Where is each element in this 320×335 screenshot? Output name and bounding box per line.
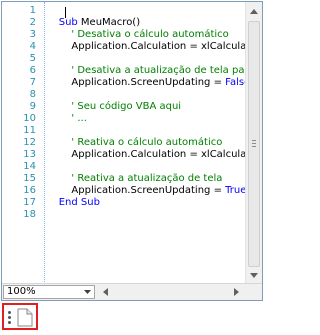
line-number: 5 [29, 53, 36, 64]
line-number: 17 [23, 197, 36, 208]
line-number: 11 [23, 125, 36, 136]
code-line: ' Desativa a atualização de tela para [46, 65, 246, 76]
line-number: 3 [29, 29, 36, 40]
line-number: 18 [23, 209, 36, 220]
arrow-up-icon [250, 8, 258, 14]
code-line: ' Reativa o cálculo automático [46, 137, 223, 148]
horizontal-scrollbar[interactable] [98, 285, 244, 299]
scroll-down-button[interactable] [246, 267, 262, 283]
status-item[interactable] [2, 303, 40, 332]
zoom-dropdown[interactable]: 100% [3, 285, 95, 299]
arrow-down-icon [250, 272, 258, 278]
line-number: 2 [29, 17, 36, 28]
more-vertical-icon[interactable] [8, 311, 12, 325]
zoom-value: 100% [7, 286, 36, 297]
line-number: 9 [29, 101, 36, 112]
vertical-scrollbar[interactable] [245, 2, 262, 283]
code-line: ' Reativa a atualização de tela [46, 173, 223, 184]
line-number: 8 [29, 89, 36, 100]
keyword: End Sub [46, 197, 100, 208]
line-number: 7 [29, 77, 36, 88]
code-line: Application.ScreenUpdating = False [46, 77, 246, 89]
chevron-down-icon[interactable] [81, 286, 94, 298]
vertical-scroll-thumb[interactable] [248, 21, 260, 267]
code-line: Sub MeuMacro() [46, 17, 140, 29]
scroll-left-button[interactable] [98, 285, 112, 299]
line-number: 10 [23, 113, 36, 124]
arrow-right-icon [233, 288, 239, 296]
line-number: 14 [23, 161, 36, 172]
keyword: True [225, 185, 246, 196]
code-text: Application.ScreenUpdating = [46, 77, 226, 88]
keyword: Sub [46, 17, 78, 28]
scrollbar-corner [245, 284, 262, 300]
document-icon[interactable] [17, 308, 33, 327]
line-number: 15 [23, 173, 36, 184]
grip-line [252, 140, 256, 141]
scroll-up-button[interactable] [246, 3, 262, 19]
grip-line [252, 143, 256, 144]
code-line: ' Seu código VBA aqui [46, 101, 182, 112]
code-line: Application.Calculation = xlCalculationM… [71, 41, 246, 52]
arrow-left-icon [102, 288, 108, 296]
scroll-right-button[interactable] [229, 285, 243, 299]
line-number: 1 [29, 5, 36, 16]
line-number: 4 [29, 41, 36, 52]
code-editor[interactable]: 1 2 3 4 5 6 7 8 9 10 11 12 13 14 15 16 17 18 Sub MeuMacro… [1, 1, 263, 301]
code-line: Application.ScreenUpdating = True [46, 185, 246, 197]
code-line: ' ... [46, 113, 87, 124]
grip-line [252, 146, 256, 147]
code-area[interactable]: Sub MeuMacro() ' Desativa o cálculo auto… [46, 2, 246, 282]
line-number: 6 [29, 65, 36, 76]
line-number: 16 [23, 185, 36, 196]
line-number: 13 [23, 149, 36, 160]
editor-bottom-bar: 100% [2, 283, 262, 300]
code-text: Application.ScreenUpdating = [46, 185, 226, 196]
code-text: MeuMacro() [77, 17, 141, 28]
code-line: Application.Calculation = xlCalculationA… [71, 149, 246, 160]
code-line: End Sub [46, 197, 100, 209]
line-number: 12 [23, 137, 36, 148]
code-line: ' Desativa o cálculo automático [46, 29, 229, 40]
keyword: False [225, 77, 246, 88]
line-number-gutter: 1 2 3 4 5 6 7 8 9 10 11 12 13 14 15 16 17 18 [2, 2, 44, 282]
gutter-divider [44, 2, 45, 282]
